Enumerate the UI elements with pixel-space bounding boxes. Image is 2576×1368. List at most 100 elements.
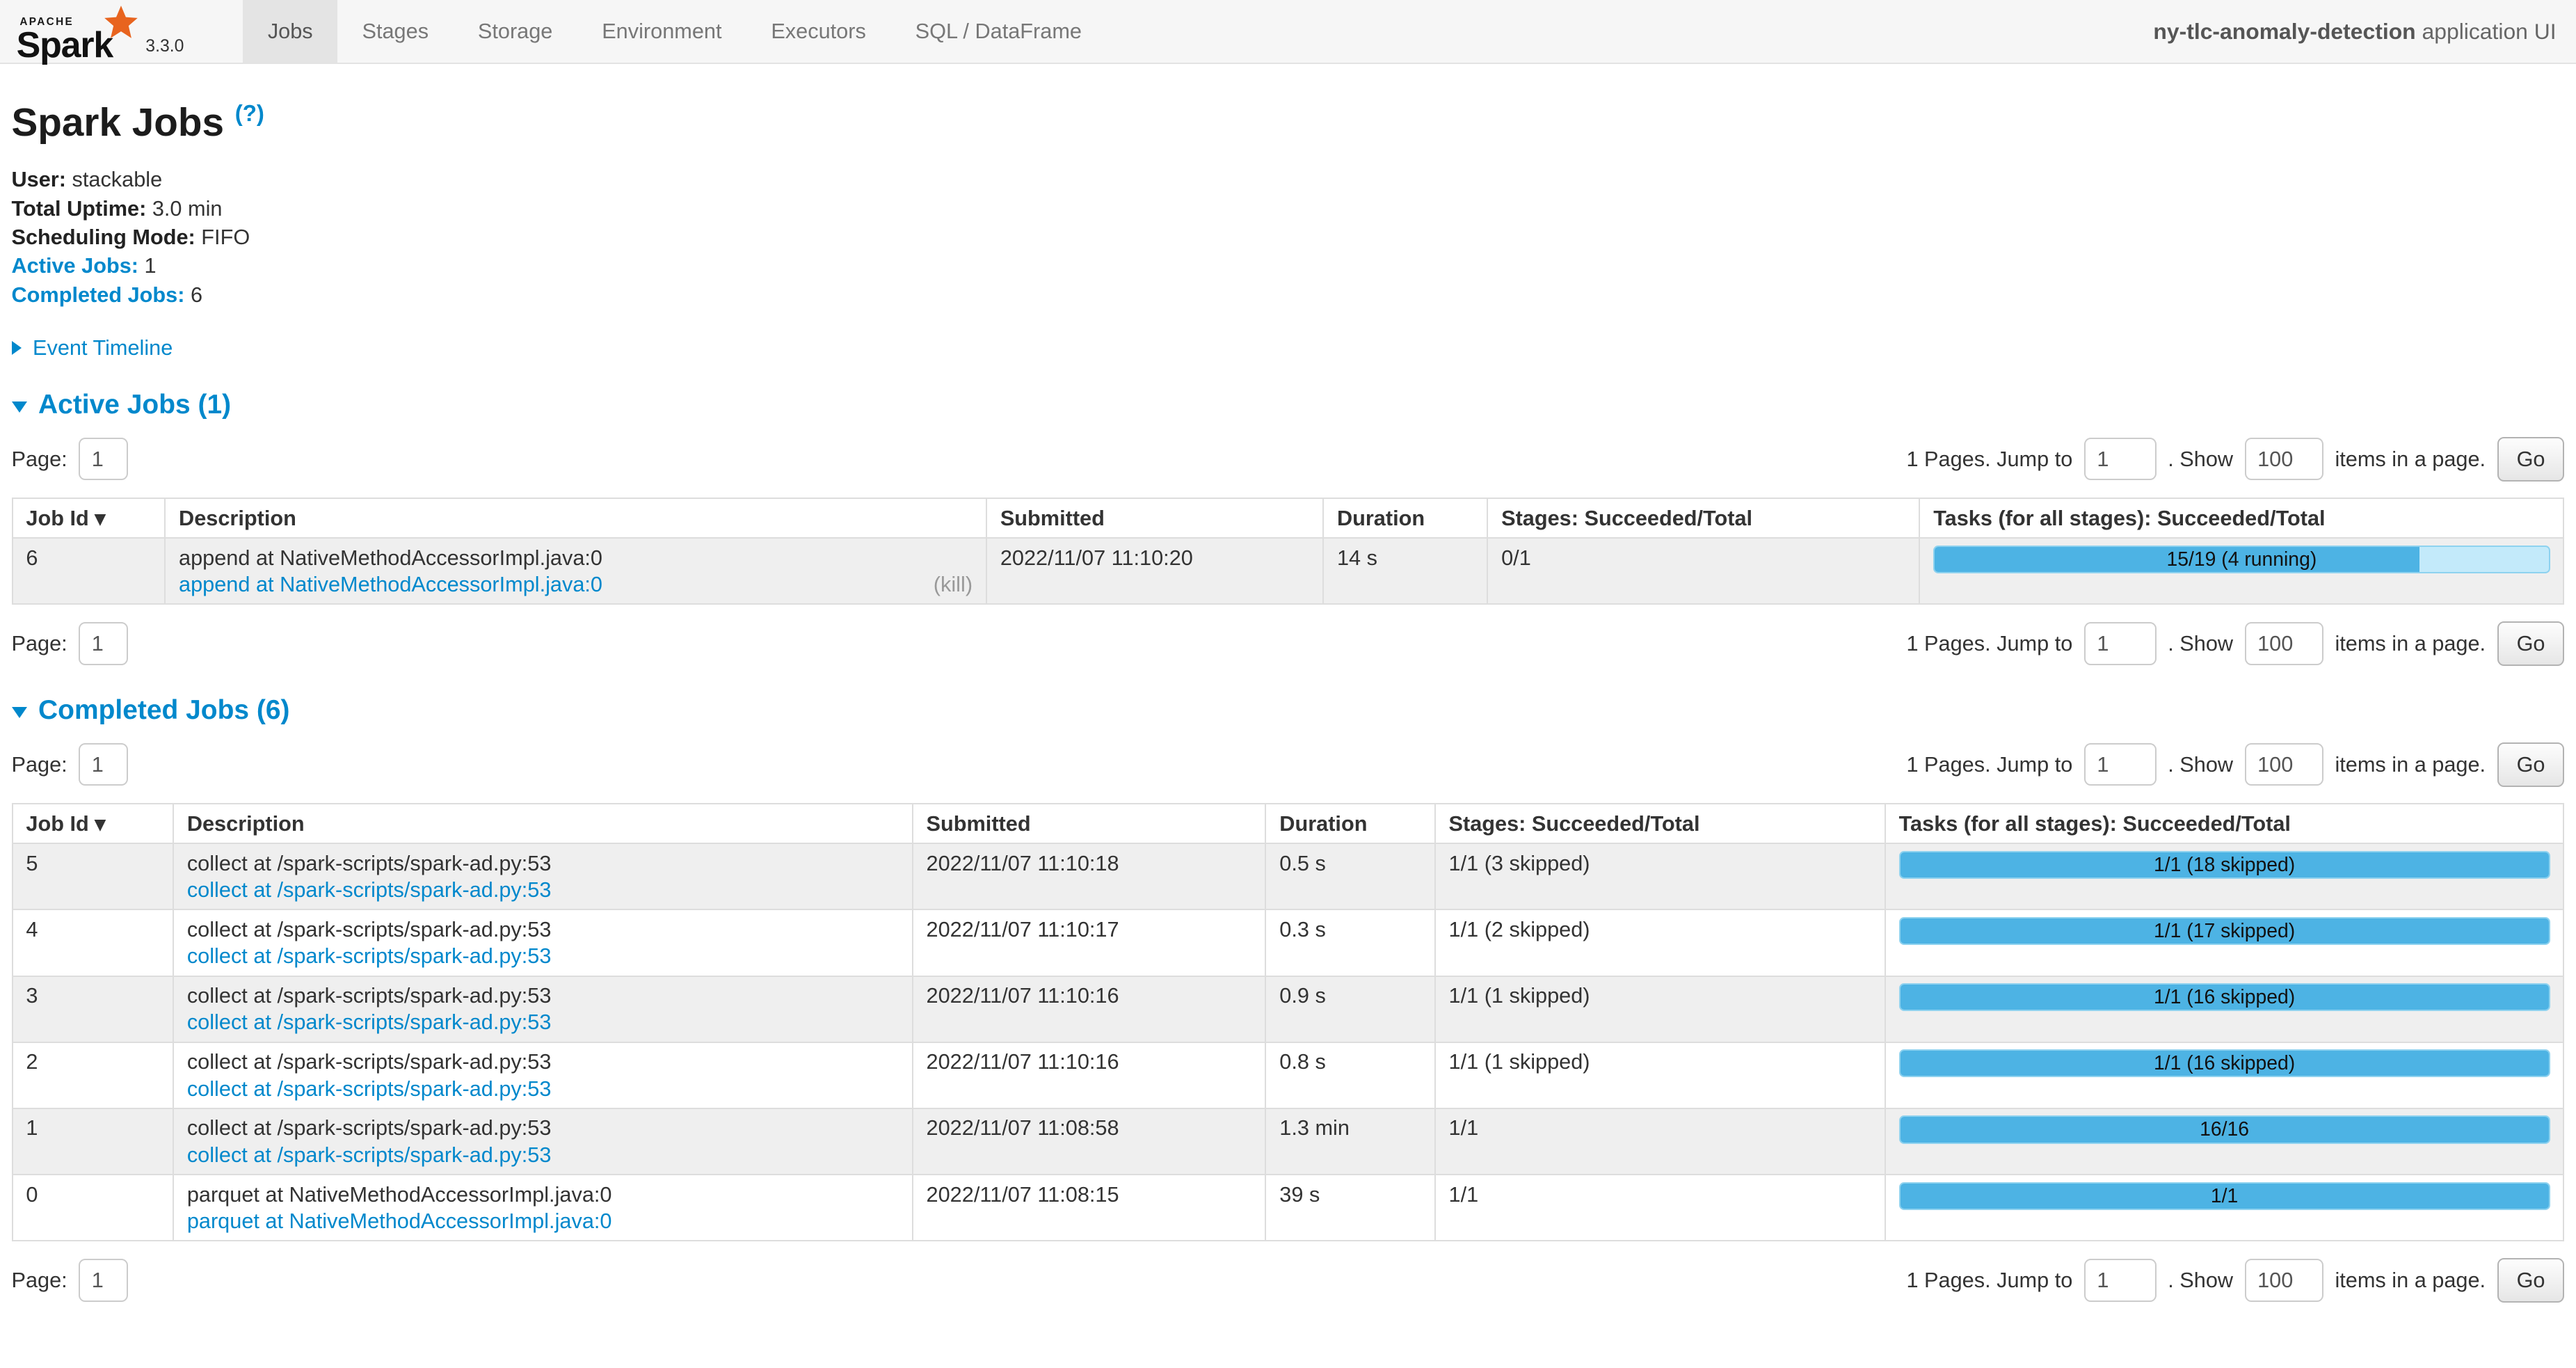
description-cell: collect at /spark-scripts/spark-ad.py:53… [173, 976, 913, 1042]
submitted-cell: 2022/11/07 11:08:15 [913, 1175, 1266, 1241]
submitted-cell: 2022/11/07 11:10:20 [986, 538, 1323, 604]
jump-to-input[interactable] [2084, 743, 2157, 786]
submitted-cell: 2022/11/07 11:10:16 [913, 1042, 1266, 1108]
event-timeline-toggle[interactable]: Event Timeline [12, 335, 173, 360]
job-id-cell: 5 [13, 843, 173, 909]
kill-link[interactable]: (kill) [934, 572, 973, 597]
col-stages[interactable]: Stages: Succeeded/Total [1487, 498, 1919, 538]
stages-cell: 1/1 [1435, 1108, 1885, 1175]
jump-to-input[interactable] [2084, 1259, 2157, 1301]
col-duration[interactable]: Duration [1323, 498, 1487, 538]
job-id-cell: 4 [13, 909, 173, 976]
task-progress-bar: 1/1 (16 skipped) [1899, 983, 2550, 1011]
col-stages[interactable]: Stages: Succeeded/Total [1435, 804, 1885, 843]
tab-storage[interactable]: Storage [453, 0, 577, 63]
go-button[interactable]: Go [2497, 437, 2565, 482]
table-header-row: Job Id ▾ Description Submitted Duration … [13, 804, 2564, 843]
page-label: Page: [12, 631, 67, 656]
job-row: 0 parquet at NativeMethodAccessorImpl.ja… [13, 1175, 2564, 1241]
stages-cell: 1/1 (1 skipped) [1435, 1042, 1885, 1108]
go-button[interactable]: Go [2497, 621, 2565, 666]
job-description-link[interactable]: collect at /spark-scripts/spark-ad.py:53 [187, 944, 552, 969]
tab-environment[interactable]: Environment [577, 0, 746, 63]
submitted-cell: 2022/11/07 11:08:58 [913, 1108, 1266, 1175]
jump-to-input[interactable] [2084, 438, 2157, 480]
show-text: . Show [2168, 752, 2233, 777]
task-progress-label: 16/16 [1901, 1117, 2549, 1142]
event-timeline-label: Event Timeline [33, 335, 173, 360]
show-items-input[interactable] [2245, 622, 2323, 665]
job-row: 2 collect at /spark-scripts/spark-ad.py:… [13, 1042, 2564, 1108]
col-job-id[interactable]: Job Id ▾ [13, 804, 173, 843]
task-progress-bar: 15/19 (4 running) [1933, 546, 2550, 573]
col-submitted[interactable]: Submitted [913, 804, 1266, 843]
stages-cell: 0/1 [1487, 538, 1919, 604]
show-items-input[interactable] [2245, 1259, 2323, 1301]
col-tasks[interactable]: Tasks (for all stages): Succeeded/Total [1919, 498, 2563, 538]
col-job-id[interactable]: Job Id ▾ [13, 498, 166, 538]
task-progress-bar: 1/1 (18 skipped) [1899, 851, 2550, 879]
page-number-input[interactable] [79, 622, 128, 665]
col-description[interactable]: Description [173, 804, 913, 843]
show-items-input[interactable] [2245, 438, 2323, 480]
duration-cell: 39 s [1265, 1175, 1434, 1241]
go-button[interactable]: Go [2497, 1258, 2565, 1303]
tab-jobs[interactable]: Jobs [243, 0, 337, 63]
pagination-bar: Page: 1 Pages. Jump to . Show items in a… [12, 742, 2565, 787]
job-description-link[interactable]: collect at /spark-scripts/spark-ad.py:53 [187, 1143, 552, 1168]
pages-text: 1 Pages. Jump to [1906, 447, 2072, 472]
job-description-link[interactable]: collect at /spark-scripts/spark-ad.py:53 [187, 877, 552, 902]
active-jobs-header[interactable]: Active Jobs (1) [12, 390, 232, 420]
jump-to-input[interactable] [2084, 622, 2157, 665]
duration-cell: 0.5 s [1265, 843, 1434, 909]
tasks-cell: 15/19 (4 running) [1919, 538, 2563, 604]
tab-sql-dataframe[interactable]: SQL / DataFrame [890, 0, 1106, 63]
page-title: Spark Jobs (?) [12, 100, 2565, 145]
items-text: items in a page. [2335, 631, 2486, 656]
job-description: append at NativeMethodAccessorImpl.java:… [179, 546, 973, 571]
description-cell: collect at /spark-scripts/spark-ad.py:53… [173, 909, 913, 976]
col-tasks[interactable]: Tasks (for all stages): Succeeded/Total [1885, 804, 2564, 843]
app-title-suffix: application UI [2416, 19, 2557, 44]
app-title: ny-tlc-anomaly-detection application UI [2153, 19, 2576, 45]
page-label: Page: [12, 752, 67, 777]
task-progress-bar: 1/1 (17 skipped) [1899, 917, 2550, 945]
submitted-cell: 2022/11/07 11:10:18 [913, 843, 1266, 909]
spark-logo[interactable]: APACHE Spark 3.3.0 [17, 0, 221, 63]
tasks-cell: 1/1 (16 skipped) [1885, 976, 2564, 1042]
page-number-input[interactable] [79, 438, 128, 480]
active-jobs-link[interactable]: Active Jobs: [12, 253, 138, 278]
job-description-link[interactable]: append at NativeMethodAccessorImpl.java:… [179, 572, 602, 597]
task-progress-label: 1/1 [1901, 1184, 2549, 1209]
collapse-arrow-icon [12, 707, 27, 718]
page-number-input[interactable] [79, 1259, 128, 1301]
help-link[interactable]: (?) [235, 101, 264, 127]
description-cell: collect at /spark-scripts/spark-ad.py:53… [173, 1042, 913, 1108]
col-submitted[interactable]: Submitted [986, 498, 1323, 538]
tab-stages[interactable]: Stages [337, 0, 453, 63]
completed-jobs-title: Completed Jobs (6) [38, 695, 289, 726]
task-progress-label: 1/1 (16 skipped) [1901, 1051, 2549, 1076]
tab-executors[interactable]: Executors [746, 0, 890, 63]
job-description-link[interactable]: parquet at NativeMethodAccessorImpl.java… [187, 1209, 612, 1234]
job-description-link[interactable]: collect at /spark-scripts/spark-ad.py:53 [187, 1076, 552, 1101]
summary-scheduling-mode: Scheduling Mode: FIFO [12, 223, 2565, 251]
completed-jobs-table: Job Id ▾ Description Submitted Duration … [12, 803, 2565, 1241]
table-header-row: Job Id ▾ Description Submitted Duration … [13, 498, 2564, 538]
items-text: items in a page. [2335, 1268, 2486, 1293]
duration-cell: 0.9 s [1265, 976, 1434, 1042]
col-duration[interactable]: Duration [1265, 804, 1434, 843]
completed-jobs-header[interactable]: Completed Jobs (6) [12, 695, 290, 726]
completed-jobs-link[interactable]: Completed Jobs: [12, 283, 185, 307]
page-number-input[interactable] [79, 743, 128, 786]
go-button[interactable]: Go [2497, 742, 2565, 787]
col-description[interactable]: Description [165, 498, 986, 538]
job-row: 4 collect at /spark-scripts/spark-ad.py:… [13, 909, 2564, 976]
spark-ui-page: APACHE Spark 3.3.0 Jobs Stages Storage E… [0, 0, 2576, 1368]
show-items-input[interactable] [2245, 743, 2323, 786]
page-label: Page: [12, 1268, 67, 1293]
job-description-link[interactable]: collect at /spark-scripts/spark-ad.py:53 [187, 1010, 552, 1035]
navbar: APACHE Spark 3.3.0 Jobs Stages Storage E… [0, 0, 2576, 64]
duration-cell: 0.3 s [1265, 909, 1434, 976]
expand-arrow-icon [12, 341, 22, 355]
